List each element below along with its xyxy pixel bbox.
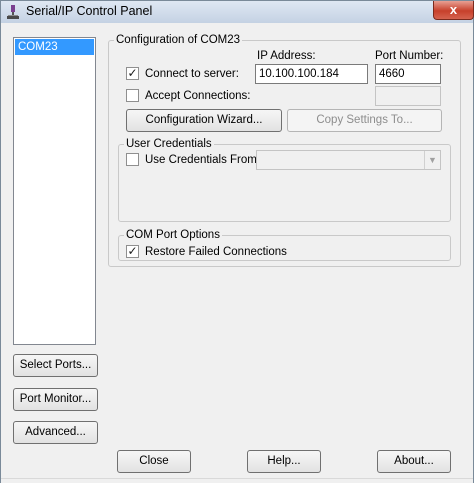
- serial-ip-app-icon: [5, 4, 21, 20]
- use-credentials-label: Use Credentials From:: [145, 154, 261, 166]
- window-close-button[interactable]: x: [433, 1, 474, 20]
- ip-address-label: IP Address:: [257, 50, 316, 62]
- com-port-options-group-title: COM Port Options: [124, 229, 222, 242]
- close-icon: x: [449, 2, 458, 17]
- connect-to-server-checkbox[interactable]: ✓: [126, 67, 139, 80]
- accept-connections-label: Accept Connections:: [145, 90, 251, 102]
- help-button[interactable]: Help...: [247, 450, 321, 473]
- title-bar[interactable]: Serial/IP Control Panel x: [1, 1, 474, 23]
- checkmark-icon: ✓: [127, 66, 138, 80]
- accept-connections-checkbox[interactable]: [126, 89, 139, 102]
- ip-address-input[interactable]: 10.100.100.184: [255, 64, 368, 84]
- use-credentials-checkbox[interactable]: [126, 153, 139, 166]
- port-monitor-button[interactable]: Port Monitor...: [13, 388, 98, 411]
- serial-ip-window: Serial/IP Control Panel x COM23 Select P…: [0, 0, 474, 483]
- close-button[interactable]: Close: [117, 450, 191, 473]
- configuration-group-title: Configuration of COM23: [114, 34, 243, 47]
- copy-settings-button[interactable]: Copy Settings To...: [287, 109, 442, 132]
- window-title: Serial/IP Control Panel: [26, 4, 153, 18]
- window-bottom-edge: [1, 478, 473, 483]
- ports-list[interactable]: COM23: [13, 37, 96, 345]
- configuration-wizard-button[interactable]: Configuration Wizard...: [126, 109, 282, 132]
- credentials-source-dropdown[interactable]: ▼: [256, 150, 441, 170]
- user-credentials-group-title: User Credentials: [124, 138, 214, 151]
- restore-failed-connections-label: Restore Failed Connections: [145, 246, 287, 258]
- port-number-label: Port Number:: [375, 50, 444, 62]
- select-ports-button[interactable]: Select Ports...: [13, 354, 98, 377]
- advanced-button[interactable]: Advanced...: [13, 421, 98, 444]
- about-button[interactable]: About...: [377, 450, 451, 473]
- accept-port-input[interactable]: [375, 86, 441, 106]
- port-number-input[interactable]: 4660: [375, 64, 441, 84]
- checkmark-icon: ✓: [127, 244, 138, 258]
- list-item-com23[interactable]: COM23: [15, 39, 94, 55]
- chevron-down-icon: ▼: [424, 151, 440, 169]
- restore-failed-connections-checkbox[interactable]: ✓: [126, 245, 139, 258]
- connect-to-server-label: Connect to server:: [145, 68, 239, 80]
